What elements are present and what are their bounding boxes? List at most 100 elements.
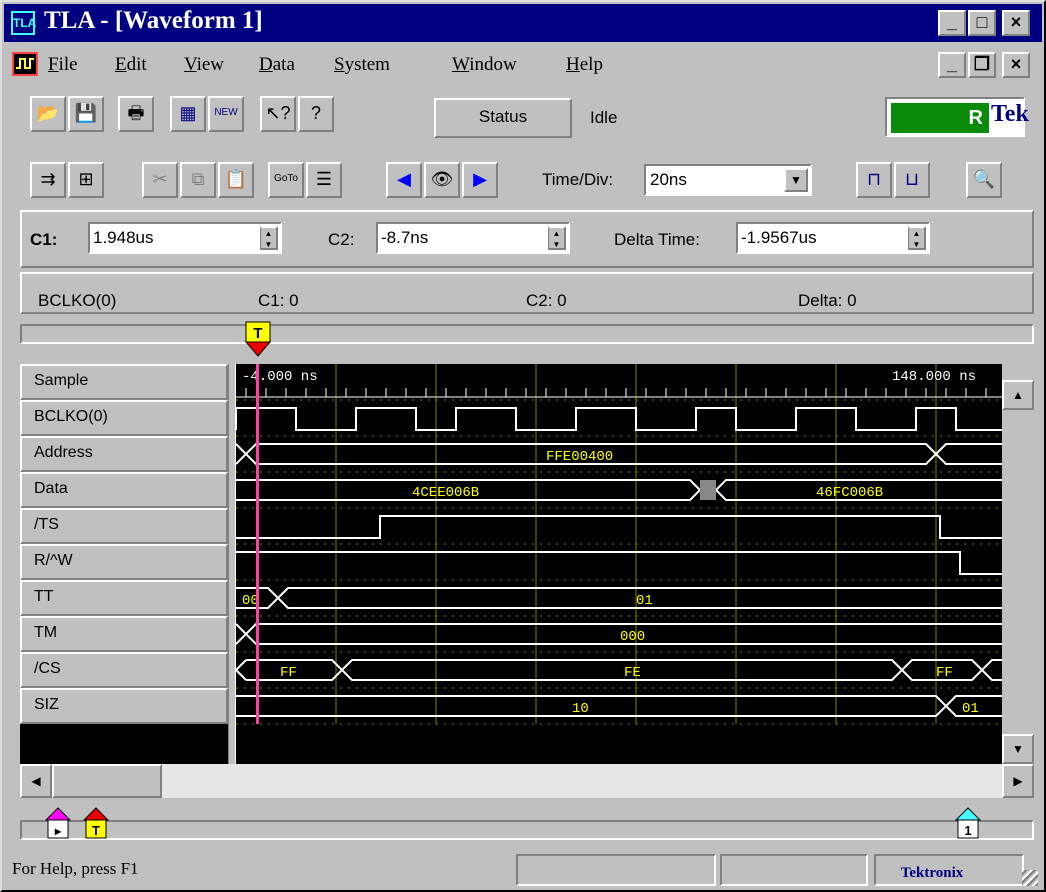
status-pane-1 bbox=[516, 854, 716, 886]
cut-icon[interactable]: ✂ bbox=[142, 162, 178, 198]
bclko-trace bbox=[236, 407, 1002, 431]
signal-row-siz[interactable]: SIZ bbox=[20, 688, 228, 724]
timediv-label: Time/Div: bbox=[542, 170, 614, 189]
data-bus bbox=[236, 479, 1002, 501]
overview-track[interactable] bbox=[20, 324, 1034, 344]
scroll-up-icon[interactable]: ▲ bbox=[1002, 380, 1034, 410]
cursor-2-marker-icon[interactable]: ▸ bbox=[44, 806, 72, 842]
search-back-icon[interactable]: ◀ bbox=[386, 162, 422, 198]
c1-spinner[interactable]: ▲ ▼ bbox=[260, 226, 278, 250]
horizontal-scrollbar[interactable]: ◀ ▶ bbox=[20, 764, 1034, 798]
binoculars-icon[interactable]: 👁 bbox=[424, 162, 460, 198]
cs-value-1: FF bbox=[280, 665, 297, 681]
signal-row-rw[interactable]: R/^W bbox=[20, 544, 228, 580]
siz-value-1: 10 bbox=[572, 701, 589, 717]
signal-row-ts[interactable]: /TS bbox=[20, 508, 228, 544]
resize-grip-icon[interactable] bbox=[1022, 870, 1038, 886]
trigger-cursor-line[interactable] bbox=[256, 364, 259, 724]
print-icon[interactable]: 🖶 bbox=[118, 96, 154, 132]
signal-row-tm[interactable]: TM bbox=[20, 616, 228, 652]
row-separators bbox=[236, 399, 1002, 725]
vertical-scrollbar[interactable]: ▲ ▼ bbox=[1002, 364, 1034, 764]
c1-field[interactable]: 1.948us ▲ ▼ bbox=[88, 222, 282, 254]
address-bus bbox=[236, 443, 1002, 465]
c2-spinner[interactable]: ▲ ▼ bbox=[548, 226, 566, 250]
properties-icon[interactable]: ☰ bbox=[306, 162, 342, 198]
cs-value-2: FE bbox=[624, 665, 641, 681]
tt-value-2: 01 bbox=[636, 593, 653, 609]
signal-row-tt[interactable]: TT bbox=[20, 580, 228, 616]
signal-row-sample[interactable]: Sample bbox=[20, 364, 228, 400]
menu-help[interactable]: Help bbox=[566, 54, 603, 76]
context-help-icon[interactable]: ↖? bbox=[260, 96, 296, 132]
readout-delta: Delta: 0 bbox=[798, 291, 857, 310]
doc-minimize-button[interactable]: _ bbox=[938, 52, 966, 78]
menu-file[interactable]: File bbox=[48, 54, 78, 76]
menu-edit[interactable]: Edit bbox=[115, 54, 147, 76]
tla-app-icon[interactable]: TLA bbox=[11, 11, 36, 35]
chevron-down-icon[interactable]: ▼ bbox=[784, 168, 808, 192]
timediv-select[interactable]: 20ns ▼ bbox=[644, 164, 812, 196]
delta-time-spinner[interactable]: ▲ ▼ bbox=[908, 226, 926, 250]
zoom-out-time-icon[interactable]: ⊔ bbox=[894, 162, 930, 198]
add-group-icon[interactable]: ⊞ bbox=[68, 162, 104, 198]
scroll-down-icon[interactable]: ▼ bbox=[1002, 734, 1034, 764]
title-bar[interactable]: TLA TLA - [Waveform 1] _ □ × bbox=[4, 4, 1042, 42]
delta-time-label: Delta Time: bbox=[614, 230, 700, 249]
status-button[interactable]: Status bbox=[434, 98, 572, 138]
delta-time-field[interactable]: -1.9567us ▲ ▼ bbox=[736, 222, 930, 254]
timediv-value: 20ns bbox=[650, 170, 687, 189]
trigger-position-marker-icon[interactable]: T bbox=[82, 806, 110, 842]
close-button[interactable]: × bbox=[1002, 10, 1030, 36]
signal-name-column: Sample BCLKO(0) Address Data /TS R/^W TT… bbox=[20, 364, 230, 764]
signal-row-cs[interactable]: /CS bbox=[20, 652, 228, 688]
search-forward-icon[interactable]: ▶ bbox=[462, 162, 498, 198]
cursor-panel: C1: 1.948us ▲ ▼ C2: -8.7ns ▲ ▼ Delta Time:… bbox=[20, 210, 1034, 268]
zoom-in-time-icon[interactable]: ⊓ bbox=[856, 162, 892, 198]
signal-row-bclko[interactable]: BCLKO(0) bbox=[20, 400, 228, 436]
save-disk-icon[interactable]: 💾 bbox=[68, 96, 104, 132]
signal-row-data[interactable]: Data bbox=[20, 472, 228, 508]
svg-text:T: T bbox=[253, 325, 262, 342]
status-pane-2 bbox=[720, 854, 868, 886]
menu-view[interactable]: View bbox=[184, 54, 224, 76]
horizontal-scroll-thumb[interactable] bbox=[52, 764, 162, 798]
c2-field[interactable]: -8.7ns ▲ ▼ bbox=[376, 222, 570, 254]
menu-window[interactable]: Window bbox=[452, 54, 517, 76]
minimize-button[interactable]: _ bbox=[938, 10, 966, 36]
goto-icon[interactable]: GoTo bbox=[268, 162, 304, 198]
copy-icon[interactable]: ⧉ bbox=[180, 162, 216, 198]
paste-icon[interactable]: 📋 bbox=[218, 162, 254, 198]
signal-row-address[interactable]: Address bbox=[20, 436, 228, 472]
delta-time-value: -1.9567us bbox=[741, 228, 817, 247]
doc-close-button[interactable]: × bbox=[1002, 52, 1030, 78]
waveform-doc-icon[interactable] bbox=[12, 52, 38, 76]
data-value-2: 46FC006B bbox=[816, 485, 883, 501]
tla-window: TLA TLA - [Waveform 1] _ □ × File Edit V… bbox=[0, 0, 1046, 892]
marker-track[interactable] bbox=[20, 820, 1034, 840]
menu-data[interactable]: Data bbox=[259, 54, 295, 76]
cursor-1-marker-icon[interactable]: 1 bbox=[954, 806, 982, 842]
menu-system[interactable]: System bbox=[334, 54, 390, 76]
new-window-icon[interactable]: NEW bbox=[208, 96, 244, 132]
doc-restore-button[interactable]: ❐ bbox=[968, 52, 996, 78]
trigger-marker-icon[interactable]: T bbox=[244, 320, 274, 360]
magnify-icon[interactable]: 🔍 bbox=[966, 162, 1002, 198]
run-tek-button[interactable]: R Tek bbox=[885, 97, 1029, 137]
cs-bus bbox=[236, 659, 1002, 681]
add-signal-icon[interactable]: ⇉ bbox=[30, 162, 66, 198]
maximize-button[interactable]: □ bbox=[968, 10, 996, 36]
readout-c2: C2: 0 bbox=[526, 291, 567, 310]
module-window-icon[interactable]: ▦ bbox=[170, 96, 206, 132]
help-icon[interactable]: ? bbox=[298, 96, 334, 132]
waveform-toolbar: ⇉ ⊞ ✂ ⧉ 📋 GoTo ☰ ◀ 👁 ▶ ⊓ ⊔ 🔍 bbox=[4, 156, 1042, 204]
open-folder-icon[interactable]: 📂 bbox=[30, 96, 66, 132]
run-indicator: R bbox=[891, 103, 989, 133]
scroll-left-icon[interactable]: ◀ bbox=[20, 764, 52, 798]
scroll-right-icon[interactable]: ▶ bbox=[1002, 764, 1034, 798]
tt-bus bbox=[236, 587, 1002, 609]
time-start-label: -4.000 ns bbox=[242, 369, 318, 385]
waveform-canvas[interactable]: -4.000 ns 148.000 ns FFE00400 4CEE006B 4… bbox=[236, 364, 1002, 764]
name-pane-splitter[interactable] bbox=[228, 364, 236, 764]
svg-text:1: 1 bbox=[964, 823, 971, 838]
